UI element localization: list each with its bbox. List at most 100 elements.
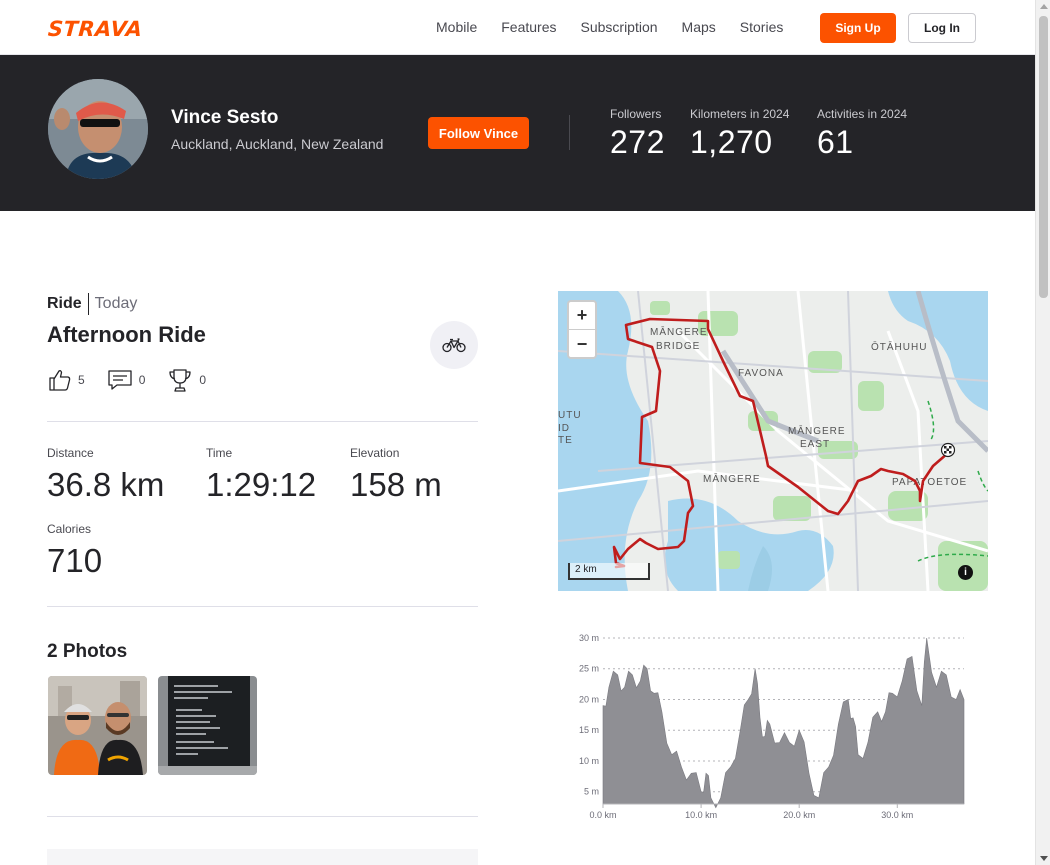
y-tick-label: 15 m bbox=[579, 725, 599, 735]
scroll-up-arrow-icon[interactable] bbox=[1040, 4, 1048, 9]
zoom-in-button[interactable]: + bbox=[569, 302, 595, 330]
metric-distance: Distance 36.8 km bbox=[47, 446, 164, 504]
map-scale-bar: 2 km bbox=[568, 563, 650, 580]
bicycle-icon bbox=[442, 338, 466, 353]
nav-link-features[interactable]: Features bbox=[501, 19, 556, 35]
metric-value: 158 m bbox=[350, 466, 442, 503]
finish-flag-icon bbox=[940, 442, 956, 458]
photos-heading: 2 Photos bbox=[47, 641, 128, 662]
top-nav: STRAVA Mobile Features Subscription Maps… bbox=[0, 0, 1035, 55]
divider bbox=[47, 421, 478, 422]
x-tick-label: 30.0 km bbox=[881, 810, 913, 820]
x-tick-label: 10.0 km bbox=[685, 810, 717, 820]
athlete-location: Auckland, Auckland, New Zealand bbox=[171, 136, 384, 152]
stat-value: 61 bbox=[817, 124, 854, 160]
map-zoom-control: + − bbox=[567, 300, 597, 359]
metric-value: 710 bbox=[47, 542, 103, 579]
stat-label: Followers bbox=[610, 107, 662, 121]
thumbs-up-icon bbox=[49, 370, 71, 391]
scrollbar-thumb[interactable] bbox=[1039, 16, 1048, 298]
photo-thumbnail[interactable] bbox=[48, 676, 147, 775]
metric-value: 1:29:12 bbox=[206, 466, 317, 503]
metric-label: Distance bbox=[47, 446, 94, 460]
achievements-count: 0 bbox=[199, 373, 207, 387]
map-canvas: MĀNGERE BRIDGE FAVONA ŌTĀHUHU MĀNGERE EA… bbox=[558, 291, 988, 591]
map-label-otahuhu: ŌTĀHUHU bbox=[871, 341, 927, 353]
trophy-icon bbox=[169, 369, 192, 392]
svg-text:BRIDGE: BRIDGE bbox=[656, 341, 700, 352]
nav-link-maps[interactable]: Maps bbox=[682, 19, 716, 35]
athlete-avatar[interactable] bbox=[48, 79, 148, 179]
athlete-name[interactable]: Vince Sesto bbox=[171, 107, 278, 129]
y-tick-label: 30 m bbox=[579, 633, 599, 643]
photo-sign bbox=[158, 676, 257, 775]
y-tick-label: 10 m bbox=[579, 756, 599, 766]
comment-icon bbox=[108, 370, 132, 390]
nav-link-stories[interactable]: Stories bbox=[740, 19, 784, 35]
metric-calories: Calories 710 bbox=[47, 522, 102, 580]
comments-button[interactable]: 0 bbox=[107, 369, 146, 391]
map-label-mangere-bridge: MĀNGERE bbox=[650, 326, 708, 338]
stat-value: 1,270 bbox=[690, 124, 773, 160]
page-scrollbar[interactable] bbox=[1035, 0, 1050, 865]
svg-text:EAST: EAST bbox=[800, 439, 830, 450]
elevation-chart-svg: 5 m 10 m 15 m 20 m 25 m 30 m 0.0 km 10.0 km 20.0… bbox=[579, 633, 965, 820]
nav-link-subscription[interactable]: Subscription bbox=[581, 19, 658, 35]
stat-activities: Activities in 2024 61 bbox=[817, 107, 907, 161]
athlete-banner: Vince Sesto Auckland, Auckland, New Zeal… bbox=[0, 55, 1035, 211]
elevation-area bbox=[602, 637, 965, 809]
activity-type: Ride bbox=[47, 295, 82, 313]
stat-label: Activities in 2024 bbox=[817, 107, 908, 121]
metric-time: Time 1:29:12 bbox=[206, 446, 316, 504]
x-tick-label: 20.0 km bbox=[783, 810, 815, 820]
avatar-photo bbox=[48, 79, 148, 179]
svg-text:TE: TE bbox=[558, 435, 573, 446]
photo-thumbnail[interactable] bbox=[158, 676, 257, 775]
page: STRAVA Mobile Features Subscription Maps… bbox=[0, 0, 1050, 865]
stat-label: Kilometers in 2024 bbox=[690, 107, 790, 121]
activity-title: Afternoon Ride bbox=[47, 322, 206, 347]
stat-value: 272 bbox=[610, 124, 665, 160]
achievements-button[interactable]: 0 bbox=[167, 367, 206, 393]
y-tick-label: 20 m bbox=[579, 694, 599, 704]
follow-button[interactable]: Follow Vince bbox=[428, 117, 529, 149]
divider bbox=[47, 606, 478, 607]
metric-label: Calories bbox=[47, 522, 92, 536]
nav-link-mobile[interactable]: Mobile bbox=[436, 19, 477, 35]
activity-date: Today bbox=[94, 295, 138, 313]
stat-followers: Followers 272 bbox=[610, 107, 665, 161]
map-label-mangere: MĀNGERE bbox=[703, 473, 761, 485]
sign-up-button[interactable]: Sign Up bbox=[820, 13, 896, 43]
map-label-favona: FAVONA bbox=[738, 368, 784, 379]
social-actions: 5 0 0 bbox=[48, 367, 228, 393]
stat-kilometers: Kilometers in 2024 1,270 bbox=[690, 107, 789, 161]
type-separator bbox=[87, 293, 89, 315]
route-map[interactable]: MĀNGERE BRIDGE FAVONA ŌTĀHUHU MĀNGERE EA… bbox=[558, 291, 988, 591]
kudos-count: 5 bbox=[78, 373, 85, 387]
map-label-papatoetoe: PAPATOETOE bbox=[892, 477, 967, 488]
map-label-mangere-east: MĀNGERE bbox=[788, 425, 846, 437]
activity-type-line: Ride Today bbox=[47, 293, 137, 315]
svg-text:ID: ID bbox=[558, 423, 570, 434]
banner-divider bbox=[569, 115, 570, 150]
zoom-out-button[interactable]: − bbox=[569, 330, 595, 358]
y-tick-label: 25 m bbox=[579, 664, 599, 674]
metric-value: 36.8 km bbox=[47, 466, 165, 503]
metric-label: Elevation bbox=[350, 446, 400, 460]
svg-text:UTU: UTU bbox=[558, 410, 582, 421]
log-in-button[interactable]: Log In bbox=[908, 13, 976, 43]
kudos-button[interactable]: 5 bbox=[48, 368, 85, 392]
metric-label: Time bbox=[206, 446, 233, 460]
map-info-icon[interactable]: i bbox=[958, 565, 973, 580]
photo-selfie bbox=[48, 676, 147, 775]
divider bbox=[47, 816, 478, 817]
elevation-chart: 5 m 10 m 15 m 20 m 25 m 30 m 0.0 km 10.0 km 20.0… bbox=[558, 626, 988, 826]
metric-elevation: Elevation 158 m bbox=[350, 446, 442, 504]
strava-logo[interactable]: STRAVA bbox=[47, 17, 143, 41]
scroll-down-arrow-icon[interactable] bbox=[1040, 856, 1048, 861]
nav-links: Mobile Features Subscription Maps Storie… bbox=[436, 19, 807, 35]
x-tick-label: 0.0 km bbox=[589, 810, 616, 820]
comments-count: 0 bbox=[138, 373, 146, 387]
y-tick-label: 5 m bbox=[584, 787, 599, 797]
sport-type-badge bbox=[430, 321, 478, 369]
